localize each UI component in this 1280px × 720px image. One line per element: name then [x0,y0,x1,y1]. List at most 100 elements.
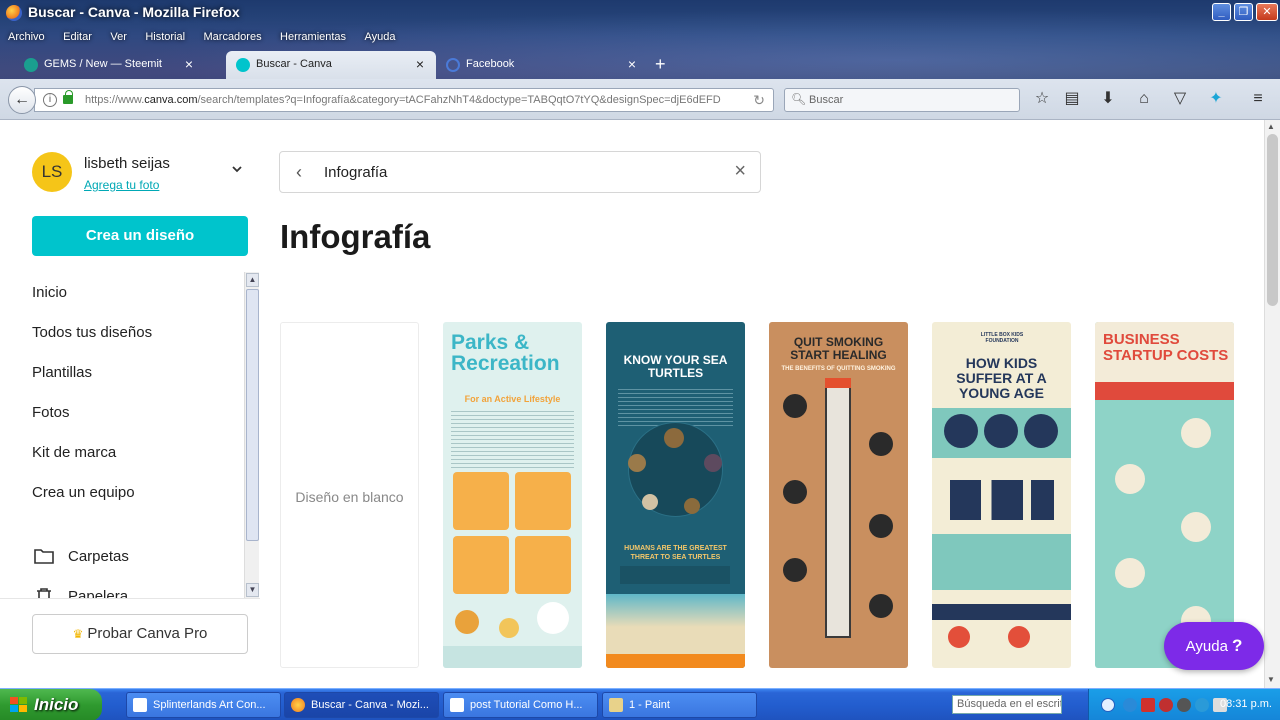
start-button[interactable]: Inicio [0,689,102,720]
stat-circle [984,414,1018,448]
template-card-parks[interactable]: Parks & Recreation For an Active Lifesty… [443,322,582,668]
tab-steemit[interactable]: GEMS / New — Steemit × [0,51,205,79]
close-window-button[interactable]: ✕ [1256,3,1278,21]
medical-icon [783,558,807,582]
scroll-down-arrow-icon[interactable]: ▼ [246,583,259,597]
sidebar-item-plantillas[interactable]: Plantillas [32,364,92,381]
back-button[interactable]: ← [8,86,36,114]
paint-icon [609,698,623,712]
loading-favicon-icon [446,58,460,72]
home-icon[interactable]: ⌂ [1134,89,1154,109]
page-scrollbar[interactable]: ▲ ▼ [1264,120,1280,688]
bookmarks-list-icon[interactable]: ▤ [1062,89,1082,109]
sidebar-item-papelera[interactable]: Papelera [32,588,128,598]
beach-illustration [606,594,745,654]
canva-page: LS lisbeth seijas Agrega tu foto Crea un… [0,120,1280,688]
text-lines [618,386,733,426]
tab-label: Buscar - Canva [256,58,332,70]
firefox-icon [291,698,305,712]
scrollbar-thumb[interactable] [246,289,259,541]
help-button[interactable]: Ayuda? [1164,622,1264,670]
menu-marcadores[interactable]: Marcadores [204,31,262,43]
browser-search-box[interactable]: 🔍︎ Buscar [784,88,1020,112]
info-icon[interactable]: i [43,93,57,107]
scroll-down-arrow-icon[interactable]: ▼ [1267,675,1275,684]
sidebar-item-inicio[interactable]: Inicio [32,284,67,301]
tree-illustration [455,610,479,634]
search-query: Infografía [324,164,388,181]
donate-icon [1008,626,1030,648]
new-tab-button[interactable]: + [655,54,666,75]
create-design-button[interactable]: Crea un diseño [32,216,248,256]
taskbar-item-paint[interactable]: 1 - Paint [602,692,757,718]
sidebar-item-carpetas[interactable]: Carpetas [32,548,129,565]
heart-icon [783,394,807,418]
blank-design-card[interactable]: Diseño en blanco [280,322,419,668]
avatar[interactable]: LS [32,152,72,192]
divider [0,598,260,599]
try-canva-pro-button[interactable]: ♛ Probar Canva Pro [32,614,248,654]
tray-search-icon[interactable] [1123,698,1137,712]
menu-ver[interactable]: Ver [110,31,127,43]
template-card-sea-turtles[interactable]: KNOW YOUR SEA TURTLES HUMANS ARE THE GRE… [606,322,745,668]
taskbar-search-input[interactable]: Búsqueda en el escrito [952,695,1062,714]
gmail-icon[interactable] [1141,698,1155,712]
tab-label: GEMS / New — Steemit [44,58,162,70]
url-bar[interactable]: i https://www.canva.com/search/templates… [34,88,774,112]
reload-icon[interactable]: ↻ [753,92,765,109]
close-tab-icon[interactable]: × [416,56,424,72]
minimize-button[interactable]: _ [1212,3,1231,21]
crown-icon: ♛ [72,627,84,641]
scroll-up-arrow-icon[interactable]: ▲ [246,273,259,287]
menu-hamburger-icon[interactable]: ≡ [1248,89,1268,109]
sidebar-item-fotos[interactable]: Fotos [32,404,70,421]
navigation-bar: i https://www.canva.com/search/templates… [0,79,1280,120]
extension-icon[interactable]: ✦ [1206,89,1226,109]
template-card-quit-smoking[interactable]: QUIT SMOKING START HEALING THE BENEFITS … [769,322,908,668]
taskbar-item-post-tutorial[interactable]: post Tutorial Como H... [443,692,598,718]
sidebar-item-todos-tus-disenos[interactable]: Todos tus diseños [32,324,152,341]
back-arrow-icon[interactable]: ‹ [296,162,302,183]
close-tab-icon[interactable]: × [185,56,193,72]
tab-facebook[interactable]: Facebook × [438,51,648,79]
menu-herramientas[interactable]: Herramientas [280,31,346,43]
stat-circle [1024,414,1058,448]
scroll-up-arrow-icon[interactable]: ▲ [1267,122,1275,131]
close-tab-icon[interactable]: × [628,56,636,72]
download-icon[interactable]: ⬇ [1098,89,1118,109]
scrollbar-thumb[interactable] [1267,134,1278,306]
taskbar-item-canva[interactable]: Buscar - Canva - Mozi... [284,692,439,718]
footer-band [443,646,582,668]
people-icon [1181,418,1211,448]
template-search-input[interactable]: ‹ Infografía × [279,151,761,193]
add-photo-link[interactable]: Agrega tu foto [84,178,159,192]
trash-icon [37,588,51,598]
system-tray: 08:31 p.m. [1088,689,1280,720]
clear-search-icon[interactable]: × [734,160,746,183]
turtle-icon [642,494,658,510]
menu-ayuda[interactable]: Ayuda [365,31,396,43]
tray-app-icon[interactable] [1159,698,1173,712]
bookmark-star-icon[interactable]: ☆ [1032,89,1052,109]
tab-canva[interactable]: Buscar - Canva × [226,51,436,79]
tray-arrow-icon[interactable] [1101,698,1115,712]
call-icon [948,626,970,648]
tree-illustration [499,618,519,638]
template-card-kids[interactable]: LITTLE BOX KIDS FOUNDATION HOW KIDS SUFF… [932,322,1071,668]
info-tray-icon[interactable] [1195,698,1209,712]
pocket-icon[interactable]: ▽ [1170,89,1190,109]
menu-editar[interactable]: Editar [63,31,92,43]
cloud-illustration [537,602,569,634]
maximize-button[interactable]: ❐ [1234,3,1253,21]
intro-band [1095,382,1234,400]
menu-historial[interactable]: Historial [145,31,185,43]
sidebar-scrollbar[interactable]: ▲ ▼ [244,272,259,598]
turtle-icon [628,454,646,472]
taskbar-item-splinterlands[interactable]: Splinterlands Art Con... [126,692,281,718]
template-card-business[interactable]: BUSINESS STARTUP COSTS [1095,322,1234,668]
sidebar-item-crea-un-equipo[interactable]: Crea un equipo [32,484,135,501]
menu-archivo[interactable]: Archivo [8,31,45,43]
volume-icon[interactable] [1177,698,1191,712]
sidebar-item-kit-de-marca[interactable]: Kit de marca [32,444,116,461]
chevron-down-icon[interactable] [232,164,242,174]
